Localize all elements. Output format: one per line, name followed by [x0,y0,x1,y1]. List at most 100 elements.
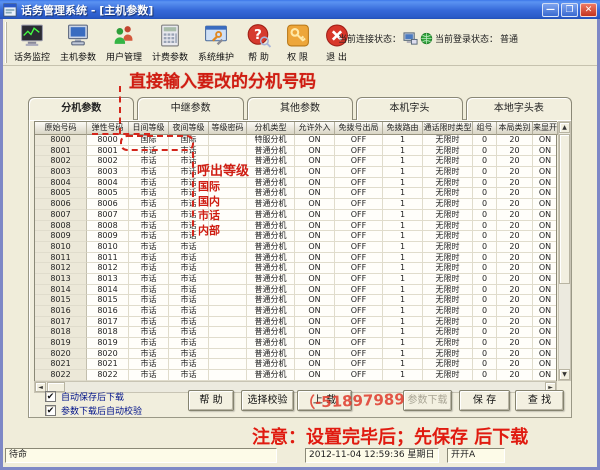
table-row[interactable]: 80198019市话市话普通分机ONOFF1无限时020ON [35,338,556,349]
tab-other-params[interactable]: 其他参数 [247,97,353,120]
save-button[interactable]: 保 存 [459,390,510,411]
table-row[interactable]: 80028002市话市话普通分机ONOFF1无限时020ON [35,156,556,167]
toolbar-button-users[interactable]: 用户管理 [101,19,147,65]
table-row[interactable]: 80208020市话市话普通分机ONOFF1无限时020ON [35,349,556,360]
toolbar-button-host[interactable]: 主机参数 [55,19,101,65]
cell: 1 [383,306,423,317]
cell: 国际 [129,135,169,146]
cell: 市话 [129,188,169,199]
cell: 市话 [169,188,209,199]
toolbar-button-label: 用户管理 [106,50,142,63]
table-row[interactable]: 80148014市话市话普通分机ONOFF1无限时020ON [35,285,556,296]
toolbar-grip[interactable] [5,22,7,63]
column-header[interactable]: 弹性号码 [87,122,129,135]
cell: ON [295,210,335,221]
column-header[interactable]: 日间等级 [129,122,169,135]
tab-trunk-params[interactable]: 中继参数 [137,97,243,120]
cell: 市话 [169,221,209,232]
table-row[interactable]: 80168016市话市话普通分机ONOFF1无限时020ON [35,306,556,317]
cell: ON [295,317,335,328]
toolbar-button-billing[interactable]: 计费参数 [147,19,193,65]
table-row[interactable]: 80138013市话市话普通分机ONOFF1无限时020ON [35,274,556,285]
cell: 1 [383,188,423,199]
column-header[interactable]: 通话限时类型 [423,122,473,135]
select-verify-button[interactable]: 选择校验 [241,390,294,411]
minimize-button[interactable]: — [542,3,559,17]
vertical-scrollbar[interactable]: ▲ ▼ [558,121,571,381]
scroll-up-icon[interactable]: ▲ [559,122,570,133]
maintenance-icon [203,21,229,49]
table-row[interactable]: 80038003市话市话普通分机ONOFF1无限时020ON [35,167,556,178]
column-header[interactable]: 夜间等级 [169,122,209,135]
checkbox-box[interactable]: ✔ [45,391,56,402]
cell: ON [295,167,335,178]
cell: 市话 [169,231,209,242]
table-row[interactable]: 80058005市话市话普通分机ONOFF1无限时020ON [35,188,556,199]
tab-local-prefix[interactable]: 本机字头 [356,97,462,120]
cell: 8000 [87,135,129,146]
column-header[interactable]: 等级密码 [209,122,247,135]
column-header[interactable]: 免拨路由 [383,122,423,135]
table-row[interactable]: 80218021市话市话普通分机ONOFF1无限时020ON [35,359,556,370]
checkbox-auto-save-download[interactable]: ✔自动保存后下载 [45,389,142,403]
table-row[interactable]: 80008000国际国际特服分机ONOFF1无限时020ON [35,135,556,146]
param-download-button: 参数下载 [403,390,452,411]
column-header[interactable]: 分机类型 [247,122,295,135]
cell: 无限时 [423,306,473,317]
table-row[interactable]: 80108010市话市话普通分机ONOFF1无限时020ON [35,242,556,253]
status-datetime: 2012-11-04 12:59:36 星期日 [305,448,439,463]
cell: 市话 [129,338,169,349]
maximize-button[interactable]: ❐ [561,3,578,17]
cell [209,306,247,317]
table-row[interactable]: 80068006市话市话普通分机ONOFF1无限时020ON [35,199,556,210]
table-row[interactable]: 80178017市话市话普通分机ONOFF1无限时020ON [35,317,556,328]
cell: OFF [335,146,383,157]
column-header[interactable]: 组号 [473,122,497,135]
checkbox-auto-verify[interactable]: ✔参数下载后自动校验 [45,403,142,417]
cell [209,242,247,253]
cell: ON [295,221,335,232]
table-row[interactable]: 80018001市话市话普通分机ONOFF1无限时020ON [35,146,556,157]
find-button[interactable]: 查 找 [515,390,564,411]
close-button[interactable]: ✕ [580,3,597,17]
cell: 8004 [35,178,87,189]
table-row[interactable]: 80128012市话市话普通分机ONOFF1无限时020ON [35,263,556,274]
cell: 8012 [87,263,129,274]
column-header[interactable]: 原始号码 [35,122,87,135]
vertical-scroll-thumb[interactable] [559,134,570,284]
column-header[interactable]: 免拨号出局 [335,122,383,135]
tab-prefix-table[interactable]: 本地字头表 [466,97,572,120]
table-row[interactable]: 80228022市话市话普通分机ONOFF1无限时020ON [35,370,556,381]
tab-content-panel: 原始号码弹性号码日间等级夜间等级等级密码分机类型允许外入免拨号出局免拨路由通话限… [28,119,572,418]
table-row[interactable]: 80158015市话市话普通分机ONOFF1无限时020ON [35,295,556,306]
cell: 无限时 [423,338,473,349]
toolbar-button-monitor[interactable]: 话务监控 [9,19,55,65]
table-row[interactable]: 80118011市话市话普通分机ONOFF1无限时020ON [35,253,556,264]
toolbar-button-help[interactable]: ?帮 助 [239,19,278,65]
cell: 无限时 [423,317,473,328]
cell: 1 [383,242,423,253]
checkbox-box[interactable]: ✔ [45,405,56,416]
cell: 20 [497,167,533,178]
cell: 普通分机 [247,285,295,296]
cell: 8004 [87,178,129,189]
login-status-label: 当前登录状态： [435,32,498,45]
table-row[interactable]: 80048004市话市话普通分机ONOFF1无限时020ON [35,178,556,189]
table-row[interactable]: 80078007市话市话普通分机ONOFF1无限时020ON [35,210,556,221]
cell: 市话 [169,359,209,370]
cell: OFF [335,370,383,381]
help-button[interactable]: 帮 助 [188,390,234,411]
toolbar-button-maintain[interactable]: 系统维护 [193,19,239,65]
column-header[interactable]: 来显开关 [533,122,558,135]
table-row[interactable]: 80098009市话市话普通分机ONOFF1无限时020ON [35,231,556,242]
cell: 市话 [129,156,169,167]
tab-ext-params[interactable]: 分机参数 [28,97,134,120]
scroll-down-icon[interactable]: ▼ [559,369,570,380]
upload-button[interactable]: 上 载 [297,390,352,411]
column-header[interactable]: 允许外入 [295,122,335,135]
cell [209,359,247,370]
column-header[interactable]: 本局类别 [497,122,533,135]
table-row[interactable]: 80088008市话市话普通分机ONOFF1无限时020ON [35,221,556,232]
toolbar-button-rights[interactable]: 权 限 [278,19,317,65]
table-row[interactable]: 80188018市话市话普通分机ONOFF1无限时020ON [35,327,556,338]
